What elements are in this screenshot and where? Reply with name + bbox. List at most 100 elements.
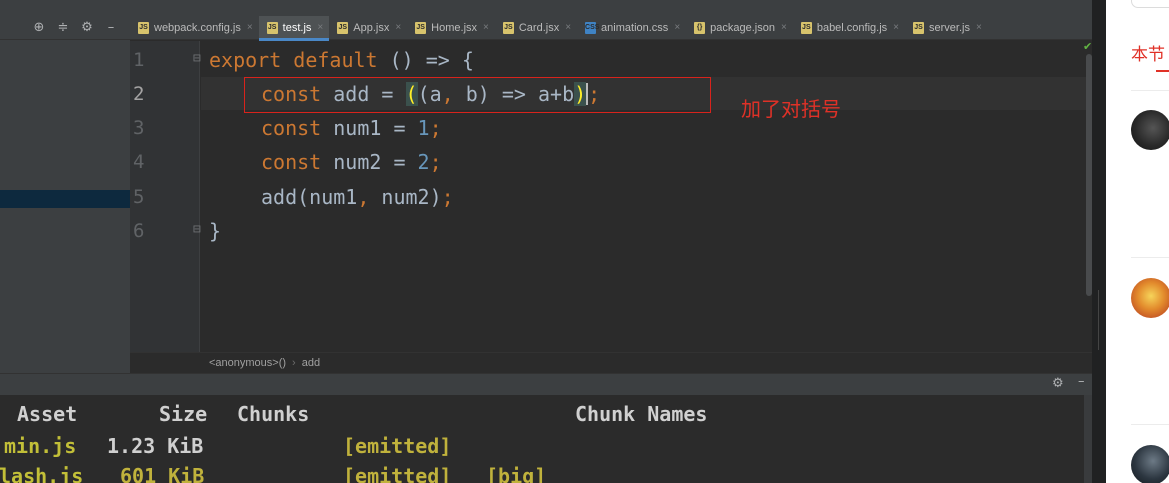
- tab-label: package.json: [710, 21, 775, 34]
- line-number: 6: [133, 220, 145, 242]
- divider: [1131, 257, 1169, 258]
- terminal-scrollbar[interactable]: [1084, 395, 1092, 483]
- tab-list: JS webpack.config.js × JS test.js × JS App.jsx ×…: [130, 15, 988, 41]
- divider: [1131, 424, 1169, 425]
- tab-active-underline: [1156, 70, 1169, 72]
- semicolon: ;: [441, 185, 454, 209]
- annotation-box: [244, 77, 711, 113]
- title-strip: [0, 0, 1092, 16]
- search-input[interactable]: [1131, 0, 1169, 8]
- crosshair-icon[interactable]: ⊕: [32, 20, 46, 35]
- tab-label: webpack.config.js: [154, 21, 241, 34]
- breadcrumb-item[interactable]: add: [302, 357, 320, 369]
- project-panel[interactable]: [0, 0, 130, 373]
- code-line-6[interactable]: }: [209, 214, 221, 248]
- tab-label: Home.jsx: [431, 21, 478, 34]
- terminal-asset: min.js: [4, 434, 77, 458]
- css-file-icon: CSS: [585, 21, 599, 34]
- tab-home-jsx[interactable]: JS Home.jsx ×: [407, 16, 495, 40]
- tab-webpack-config-js[interactable]: JS webpack.config.js ×: [130, 16, 259, 40]
- avatar[interactable]: [1131, 445, 1169, 483]
- fold-open-icon[interactable]: ⊟: [193, 51, 201, 66]
- line-number: 2: [133, 83, 145, 105]
- line-number: 3: [133, 117, 145, 139]
- close-icon[interactable]: ×: [247, 22, 253, 33]
- terminal-size: 1.23 KiB: [107, 434, 204, 458]
- terminal-header-size: Size: [159, 402, 208, 426]
- terminal-output[interactable]: Asset Size Chunks Chunk Names min.js 1.2…: [0, 395, 1092, 483]
- line-number: 1: [133, 49, 145, 71]
- code-line-4[interactable]: const num2 = 2;: [261, 145, 442, 179]
- keyword-default: default: [293, 48, 378, 72]
- code-text: num2 =: [321, 150, 418, 174]
- breadcrumb-item[interactable]: <anonymous>(): [209, 357, 286, 369]
- fold-close-icon[interactable]: ⊟: [193, 222, 201, 237]
- close-icon[interactable]: ×: [781, 22, 787, 33]
- code-line-5[interactable]: add(num1, num2);: [261, 180, 454, 214]
- terminal-flag: [big]: [486, 464, 547, 483]
- collapse-icon[interactable]: ≑: [56, 20, 70, 35]
- semicolon: ;: [429, 116, 442, 140]
- tab-label: server.js: [929, 21, 970, 34]
- editor-tab-bar: ⊕ ≑ ⚙ – JS webpack.config.js × JS test.js × JS…: [0, 15, 1092, 41]
- jsx-file-icon: JS: [415, 21, 427, 34]
- number-literal: 2: [417, 150, 430, 174]
- close-icon[interactable]: ×: [565, 22, 571, 33]
- code-text: num1 =: [321, 116, 418, 140]
- divider-grip[interactable]: [1098, 290, 1099, 350]
- tab-label: test.js: [282, 21, 312, 34]
- js-file-icon: JS: [913, 21, 924, 34]
- close-icon[interactable]: ×: [395, 22, 401, 33]
- json-file-icon: {}: [694, 21, 706, 34]
- tab-server-js[interactable]: JS server.js ×: [905, 16, 988, 40]
- tab-animation-css[interactable]: CSS animation.css ×: [577, 16, 686, 40]
- js-file-icon: JS: [266, 21, 278, 34]
- close-icon[interactable]: ×: [483, 22, 489, 33]
- close-icon[interactable]: ×: [674, 22, 680, 33]
- inspection-ok-icon[interactable]: ✔: [1083, 40, 1092, 53]
- tab-card-jsx[interactable]: JS Card.jsx ×: [495, 16, 577, 40]
- avatar[interactable]: [1131, 278, 1169, 318]
- tab-label: babel.config.js: [816, 21, 888, 34]
- tool-window-icons: ⊕ ≑ ⚙ –: [0, 16, 130, 40]
- tab-package-json[interactable]: {} package.json ×: [686, 16, 793, 40]
- tab-app-jsx[interactable]: JS App.jsx ×: [329, 16, 407, 40]
- tab-label: animation.css: [601, 21, 669, 34]
- terminal-header: [0, 373, 1092, 395]
- tab-section[interactable]: 本节: [1131, 40, 1165, 65]
- terminal-header-asset: Asset: [17, 402, 78, 426]
- tab-test-js[interactable]: JS test.js ×: [258, 15, 330, 41]
- code-text: add(num1: [261, 185, 358, 209]
- gear-icon[interactable]: ⚙: [80, 20, 94, 35]
- terminal-status: [emitted]: [343, 434, 452, 458]
- line-number: 5: [133, 186, 145, 208]
- close-icon[interactable]: ×: [893, 22, 899, 33]
- js-file-icon: JS: [800, 21, 812, 34]
- annotation-text: 加了对括号: [741, 97, 841, 121]
- code-text: () => {: [377, 48, 474, 72]
- line-number: 4: [133, 151, 145, 173]
- avatar[interactable]: [1131, 110, 1169, 150]
- project-tree-selected-row[interactable]: [0, 190, 130, 208]
- comma: ,: [357, 185, 370, 209]
- semicolon: ;: [429, 150, 442, 174]
- terminal-status: [emitted]: [343, 464, 452, 483]
- tab-label: Card.jsx: [518, 21, 560, 34]
- breadcrumb: <anonymous>() › add: [130, 352, 1092, 373]
- close-icon[interactable]: ×: [976, 22, 982, 33]
- close-icon[interactable]: ×: [317, 22, 323, 33]
- js-file-icon: JS: [138, 21, 149, 34]
- code-line-1[interactable]: export default () => {: [209, 43, 474, 77]
- minimize-icon[interactable]: –: [104, 20, 118, 35]
- keyword-const: const: [261, 116, 322, 140]
- jsx-file-icon: JS: [337, 21, 349, 34]
- window-divider[interactable]: [1092, 0, 1106, 483]
- jsx-file-icon: JS: [502, 21, 514, 34]
- web-panel: 本节: [1106, 0, 1169, 483]
- code-line-3[interactable]: const num1 = 1;: [261, 111, 442, 145]
- tab-babel-config-js[interactable]: JS babel.config.js ×: [793, 16, 905, 40]
- minimize-icon[interactable]: –: [1078, 374, 1085, 389]
- divider: [1131, 90, 1169, 91]
- gear-icon[interactable]: ⚙: [1052, 376, 1064, 391]
- terminal-header-chunk-names: Chunk Names: [575, 402, 708, 426]
